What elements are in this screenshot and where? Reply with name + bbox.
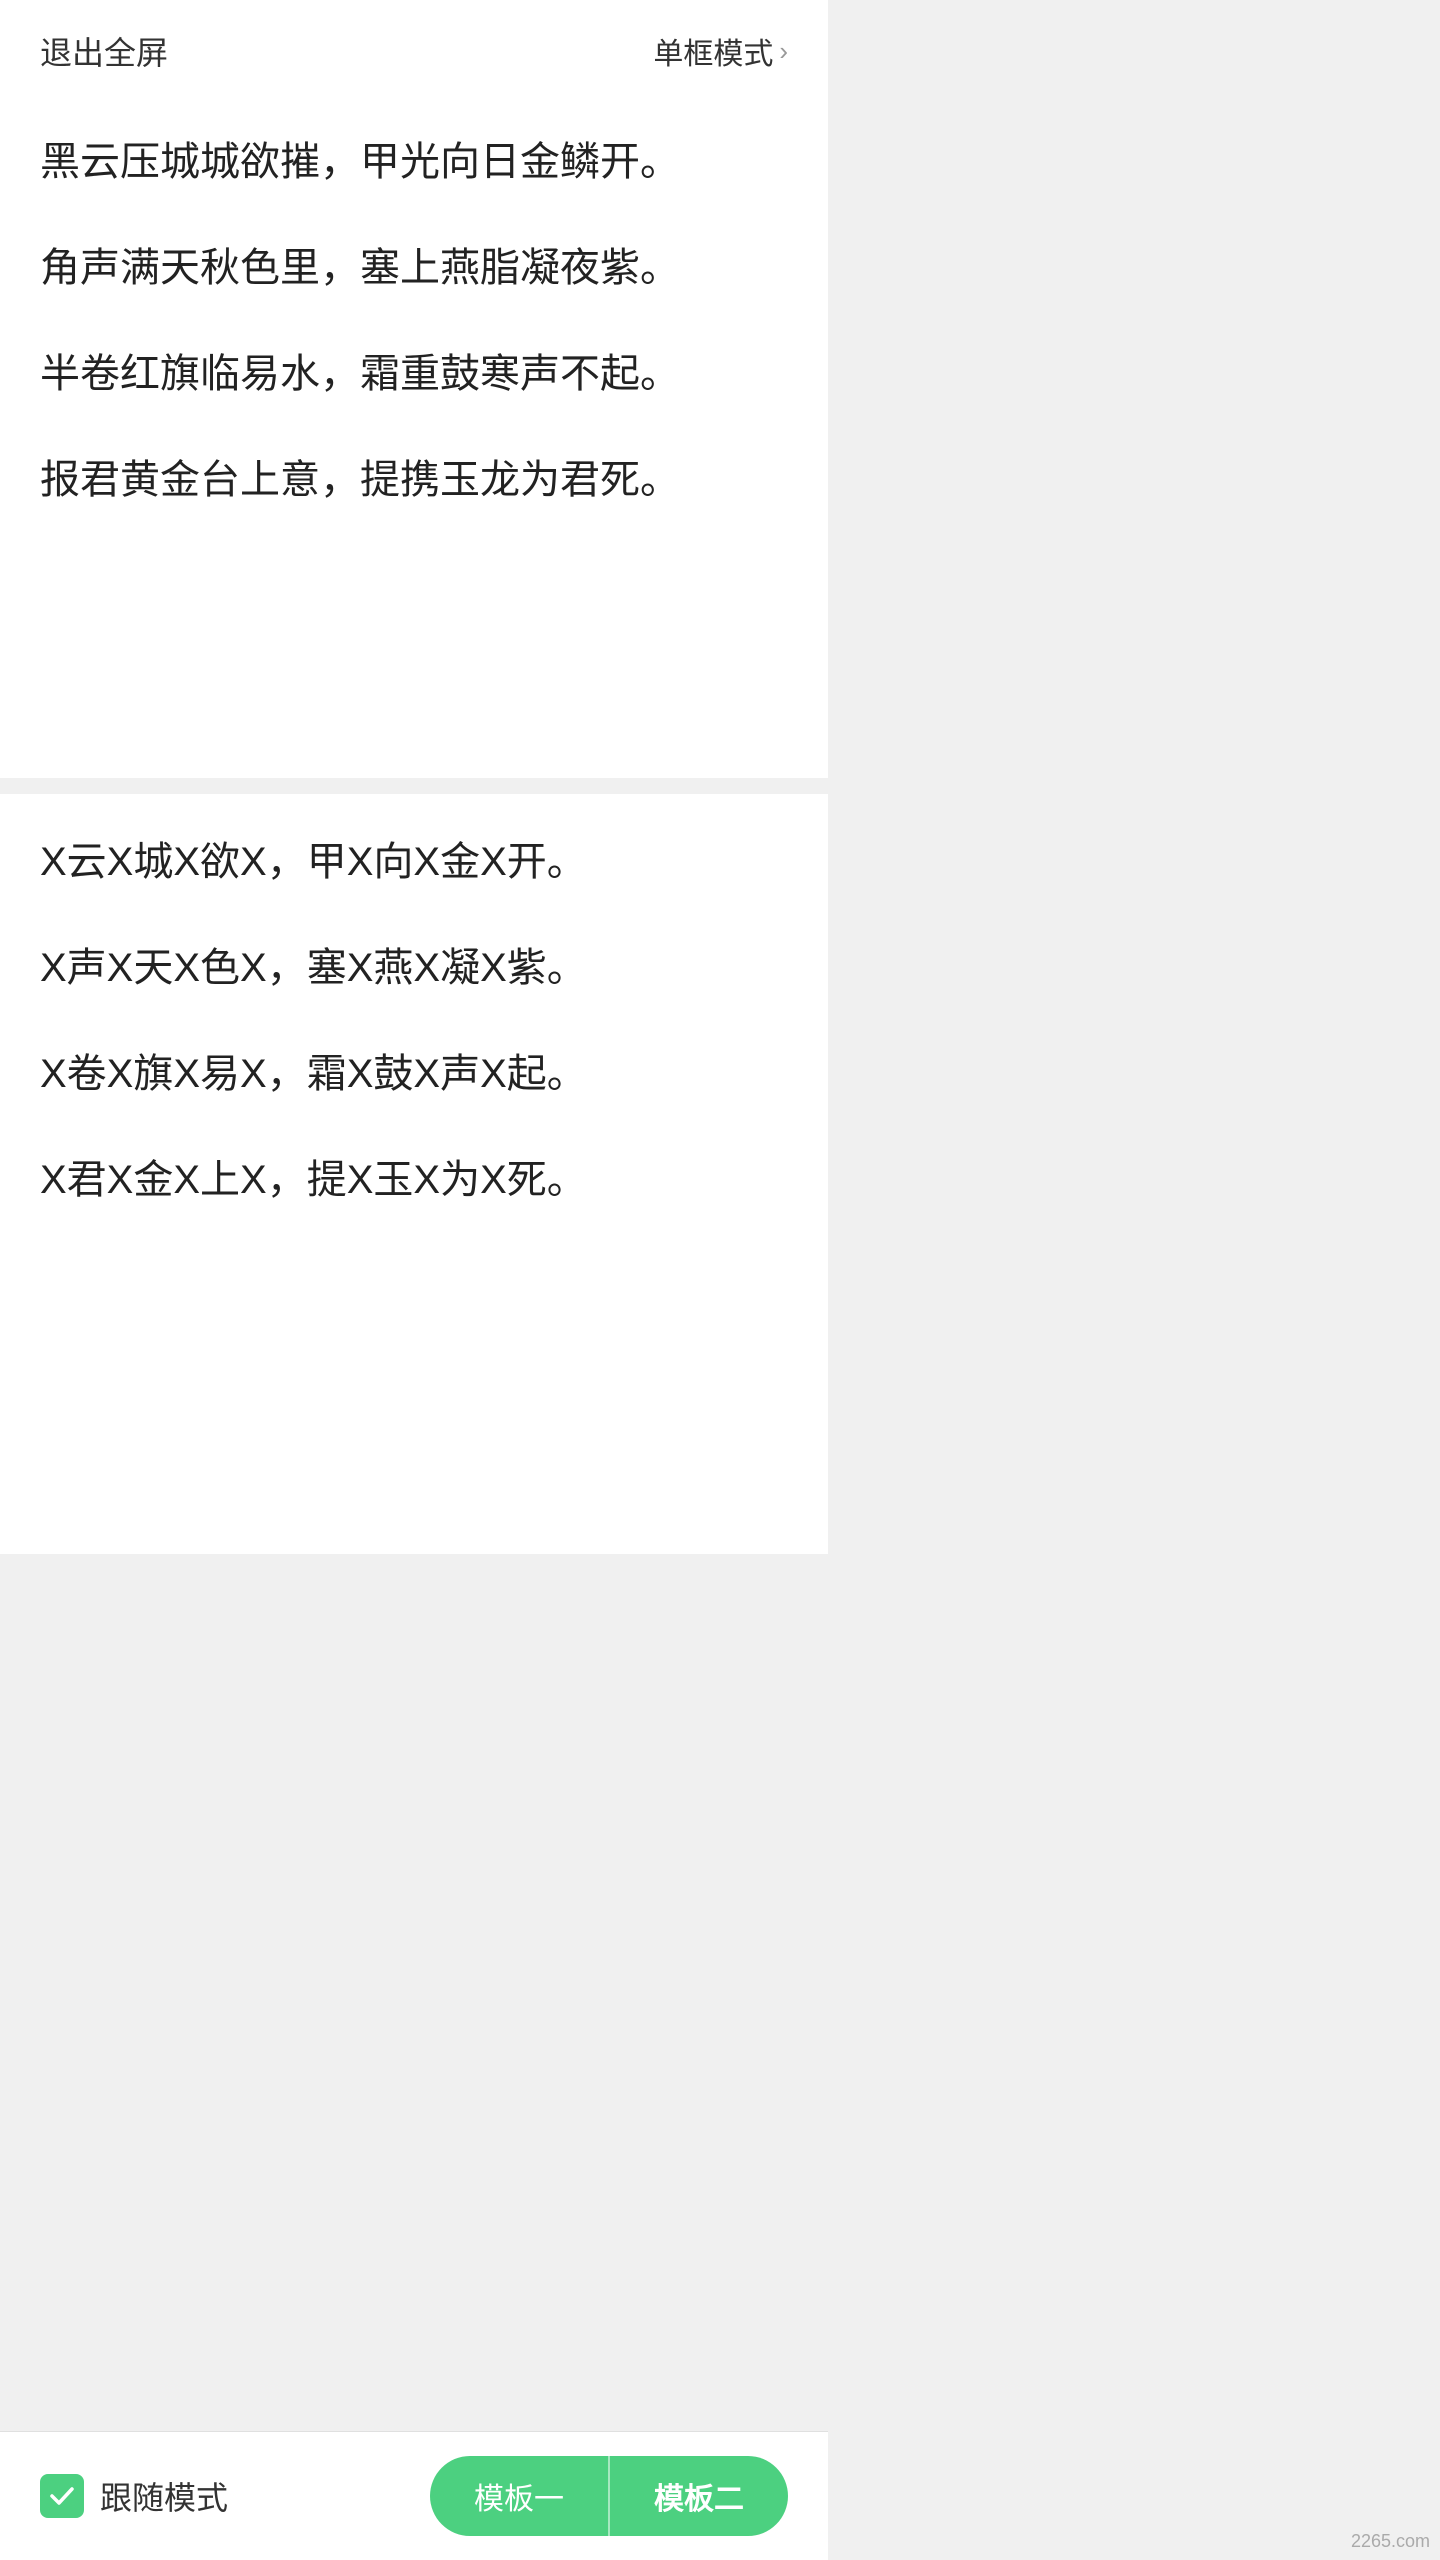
template-one-button[interactable]: 模板一: [430, 2456, 608, 2536]
mode-selector[interactable]: 单框模式 ›: [653, 29, 788, 73]
masked-line-4: X君X金X上X，提X玉X为X死。: [40, 1152, 788, 1208]
masked-line-1: X云X城X欲X，甲X向X金X开。: [40, 834, 788, 890]
follow-mode-checkbox[interactable]: [40, 2474, 84, 2518]
template-two-button[interactable]: 模板二: [608, 2456, 788, 2536]
follow-mode-container[interactable]: 跟随模式: [40, 2473, 228, 2519]
chevron-right-icon: ›: [779, 36, 788, 67]
original-poem-card: 黑云压城城欲摧，甲光向日金鳞开。 角声满天秋色里，塞上燕脂凝夜紫。 半卷红旗临易…: [0, 94, 828, 794]
masked-line-3: X卷X旗X易X，霜X鼓X声X起。: [40, 1046, 788, 1102]
checkmark-icon: [48, 2482, 76, 2510]
poem-line-3: 半卷红旗临易水，霜重鼓寒声不起。: [40, 346, 788, 402]
masked-line-2: X声X天X色X，塞X燕X凝X紫。: [40, 940, 788, 996]
template-buttons: 模板一 模板二: [430, 2456, 788, 2536]
masked-poem-card: X云X城X欲X，甲X向X金X开。 X声X天X色X，塞X燕X凝X紫。 X卷X旗X易…: [0, 794, 828, 1554]
bottom-bar: 跟随模式 模板一 模板二: [0, 2431, 828, 2560]
mode-label: 单框模式: [653, 29, 773, 73]
watermark: 2265.com: [1351, 2531, 1430, 2552]
poem-line-4: 报君黄金台上意，提携玉龙为君死。: [40, 452, 788, 508]
exit-fullscreen-button[interactable]: 退出全屏: [40, 28, 168, 74]
follow-mode-label: 跟随模式: [100, 2473, 228, 2519]
poem-line-2: 角声满天秋色里，塞上燕脂凝夜紫。: [40, 240, 788, 296]
poem-line-1: 黑云压城城欲摧，甲光向日金鳞开。: [40, 134, 788, 190]
top-bar: 退出全屏 单框模式 ›: [0, 0, 828, 94]
